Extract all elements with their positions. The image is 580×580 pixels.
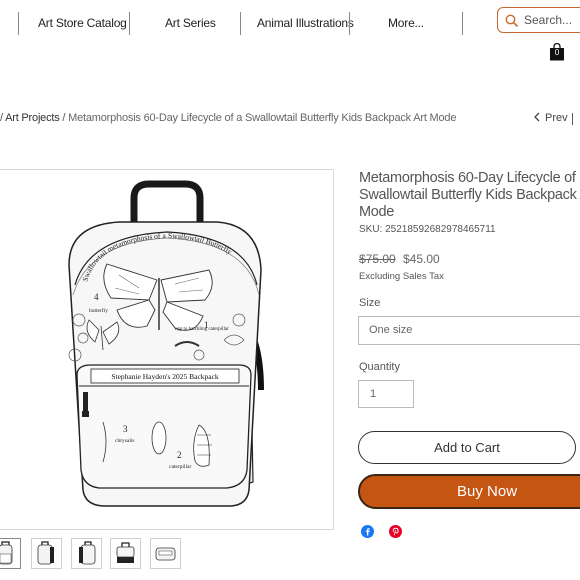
size-label: Size xyxy=(359,297,381,309)
add-to-cart-button[interactable]: Add to Cart xyxy=(358,431,576,464)
product-main-image[interactable]: Swallowtail metamorphosis of a Swallowta… xyxy=(0,169,334,530)
size-select[interactable]: One size xyxy=(358,316,580,345)
thumbnail-4[interactable] xyxy=(110,538,141,569)
stage-2-label: caterpillar xyxy=(169,464,191,470)
nav-divider xyxy=(349,12,350,35)
buy-now-label: Buy Now xyxy=(457,483,518,500)
cart-count: 0 xyxy=(554,48,560,57)
original-price: $75.00 xyxy=(359,252,396,266)
nav-divider xyxy=(462,12,463,35)
breadcrumb-separator: / xyxy=(0,112,3,124)
stage-1-label: egg to hatchling caterpillar xyxy=(175,327,229,332)
thumbnail-backpack-icon xyxy=(37,541,54,565)
breadcrumb-art-projects[interactable]: Art Projects xyxy=(5,112,60,124)
stage-4-number: 4 xyxy=(94,292,99,302)
thumbnail-2[interactable] xyxy=(31,538,62,569)
stage-2-number: 2 xyxy=(177,450,182,460)
size-select-value: One size xyxy=(369,324,413,336)
pinterest-icon[interactable] xyxy=(389,525,402,538)
quantity-label: Quantity xyxy=(359,361,400,373)
product-title: Metamorphosis 60-Day Lifecycle of a Swal… xyxy=(359,170,580,220)
prev-link[interactable]: Prev xyxy=(533,112,568,124)
quantity-input[interactable]: 1 xyxy=(358,380,414,408)
add-to-cart-label: Add to Cart xyxy=(434,440,500,455)
tax-note: Excluding Sales Tax xyxy=(359,271,444,282)
nav-item-more[interactable]: More... xyxy=(388,16,424,30)
thumbnail-backpack-icon xyxy=(79,541,96,565)
nav-item-art-store-catalog[interactable]: Art Store Catalog xyxy=(38,16,127,30)
thumbnail-backpack-icon xyxy=(0,541,13,565)
main-nav: Art Store Catalog Art Series Animal Illu… xyxy=(0,12,480,36)
stage-4-label: butterfly xyxy=(89,307,108,314)
product-sku: SKU: 25218592682978465711 xyxy=(359,224,496,235)
sale-price: $45.00 xyxy=(403,252,440,266)
nav-item-animal-illustrations[interactable]: Animal Illustrations xyxy=(257,16,354,30)
quantity-value: 1 xyxy=(370,388,377,400)
buy-now-button[interactable]: Buy Now xyxy=(358,474,580,509)
thumbnail-1[interactable] xyxy=(0,538,21,569)
nav-divider xyxy=(240,12,241,35)
thumbnail-backpack-icon xyxy=(116,542,135,563)
nav-item-art-series[interactable]: Art Series xyxy=(165,16,216,30)
prev-label: Prev xyxy=(545,112,568,124)
thumbnail-3[interactable] xyxy=(71,538,102,569)
stage-3-number: 3 xyxy=(123,424,128,434)
thumbnail-backpack-icon xyxy=(155,547,176,561)
breadcrumb-separator: / xyxy=(62,112,66,124)
nav-divider xyxy=(18,12,19,35)
backpack-illustration: Swallowtail metamorphosis of a Swallowta… xyxy=(68,180,264,507)
breadcrumb: / Art Projects / Metamorphosis 60-Day Li… xyxy=(0,112,456,124)
search-icon xyxy=(505,14,519,28)
stage-3-label: chrysalis xyxy=(115,438,135,444)
search-box[interactable]: Search... xyxy=(497,7,580,33)
chevron-left-icon xyxy=(534,112,540,122)
backpack-name-text: Stephanie Hayden's 2025 Backpack xyxy=(111,372,219,381)
facebook-icon[interactable] xyxy=(361,525,374,538)
breadcrumb-current: Metamorphosis 60-Day Lifecycle of a Swal… xyxy=(68,112,457,124)
pager-divider xyxy=(572,113,573,125)
cart-button[interactable]: 0 xyxy=(549,42,565,61)
thumbnail-5[interactable] xyxy=(150,538,181,569)
nav-divider xyxy=(129,12,130,35)
search-input[interactable]: Search... xyxy=(524,13,572,27)
